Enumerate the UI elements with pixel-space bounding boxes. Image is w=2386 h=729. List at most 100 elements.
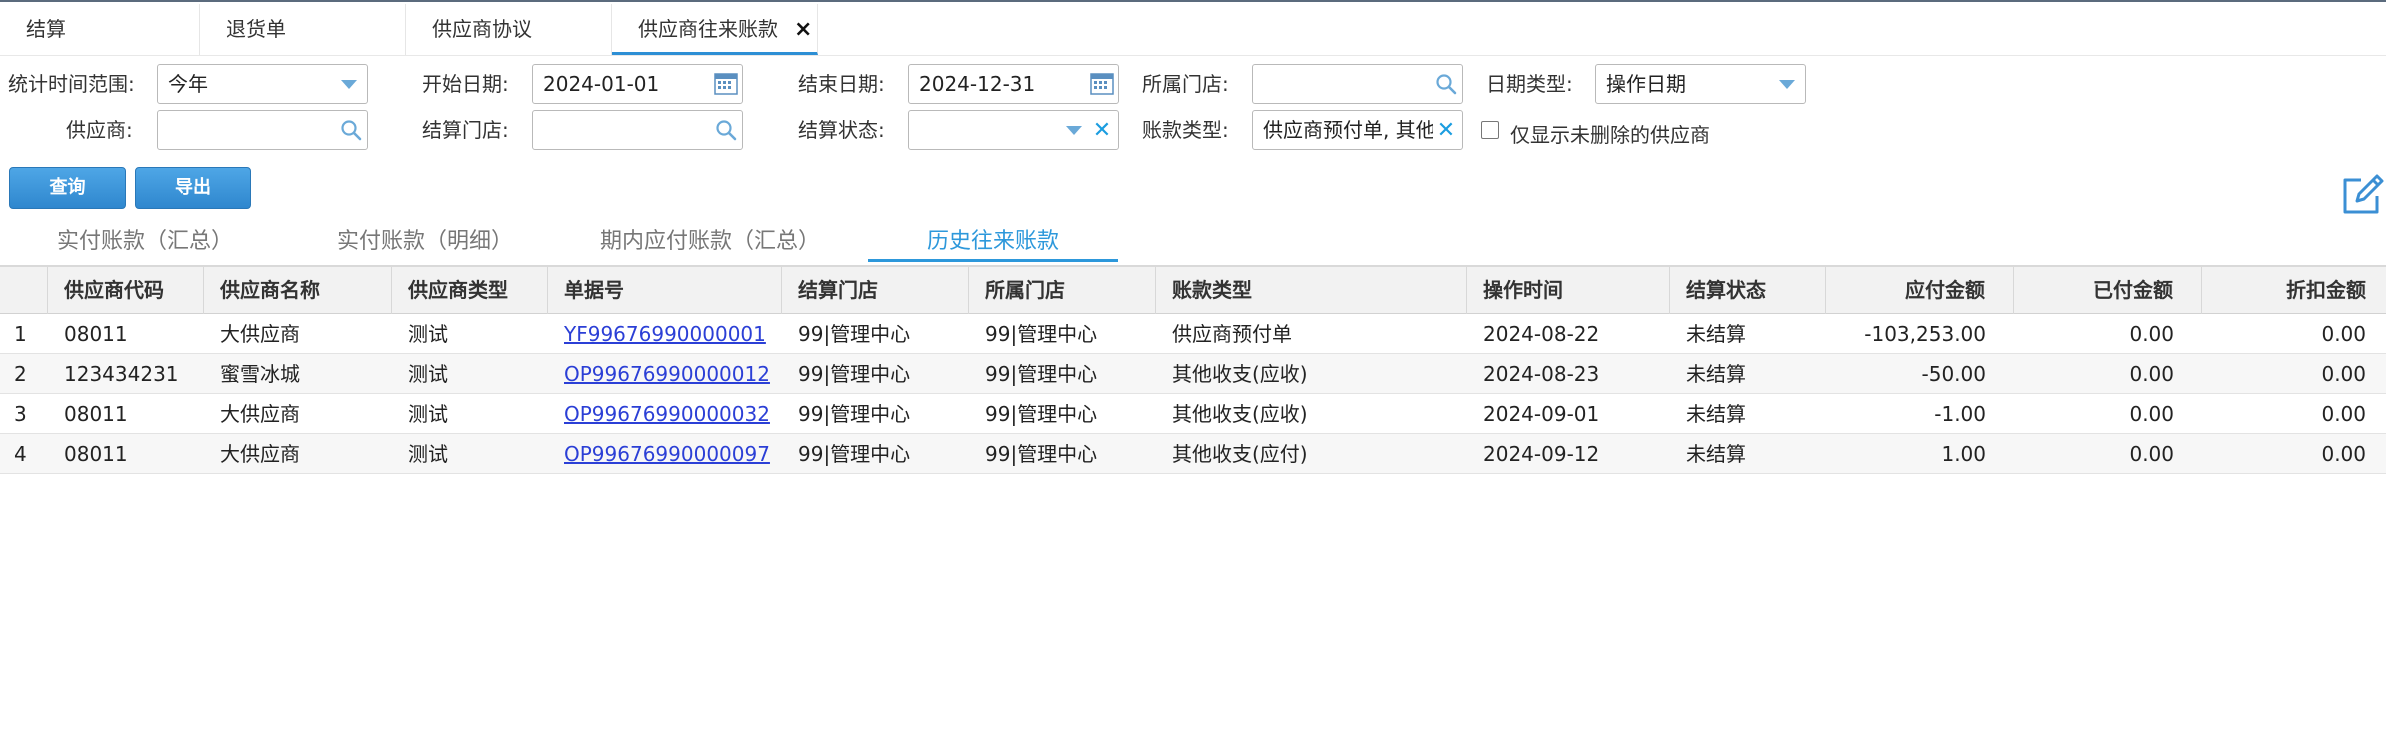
close-icon[interactable]: ×: [794, 4, 812, 55]
clear-icon[interactable]: ✕: [1432, 111, 1460, 149]
subtab-period-payable-summary[interactable]: 期内应付账款（汇总）: [590, 222, 830, 262]
column-header-op-time[interactable]: 操作时间: [1467, 267, 1670, 314]
cell-supplier-name: 大供应商: [220, 402, 300, 426]
cell-settle-store: 99|管理中心: [798, 442, 911, 466]
start-date-label: 开始日期:: [422, 72, 509, 96]
chevron-down-icon[interactable]: [335, 65, 363, 103]
cell-op-time: 2024-09-01: [1483, 402, 1600, 426]
chevron-down-icon[interactable]: [1773, 65, 1801, 103]
settle-store-label: 结算门店:: [422, 118, 509, 142]
cell-row-index: 3: [14, 402, 27, 426]
column-header-store[interactable]: 所属门店: [969, 267, 1156, 314]
calendar-icon[interactable]: [712, 65, 740, 103]
cell-paid-amount: 0.00: [2129, 362, 2174, 386]
tab-return-order[interactable]: 退货单: [200, 4, 406, 55]
cell-op-time: 2024-08-23: [1483, 362, 1600, 386]
subtab-actual-detail[interactable]: 实付账款（明细）: [320, 222, 530, 262]
doc-no-link[interactable]: OP99676990000097: [564, 442, 770, 466]
tab-supplier-accounts[interactable]: 供应商往来账款 ×: [612, 4, 818, 55]
edit-icon[interactable]: [2339, 172, 2385, 218]
cell-discount-amount: 0.00: [2321, 322, 2366, 346]
doc-no-link[interactable]: YF99676990000001: [564, 322, 766, 346]
cell-store: 99|管理中心: [985, 402, 1098, 426]
only-undeleted-label: 仅显示未删除的供应商: [1510, 123, 1710, 147]
table-row[interactable]: 4 08011 大供应商 测试 OP99676990000097 99|管理中心 99|管理…: [0, 434, 2386, 474]
top-tab-bar: 结算 退货单 供应商协议 供应商往来账款 ×: [0, 0, 2386, 55]
column-header-discount[interactable]: 折扣金额: [2202, 267, 2386, 314]
column-header-settle-status[interactable]: 结算状态: [1670, 267, 1826, 314]
cell-discount-amount: 0.00: [2321, 402, 2366, 426]
cell-account-type: 其他收支(应付): [1172, 442, 1308, 466]
date-type-select[interactable]: 操作日期: [1595, 64, 1806, 104]
cell-discount-amount: 0.00: [2321, 362, 2366, 386]
chevron-down-icon[interactable]: [1060, 111, 1088, 149]
table-row[interactable]: 1 08011 大供应商 测试 YF99676990000001 99|管理中心 99|管理…: [0, 314, 2386, 354]
cell-supplier-code: 08011: [64, 442, 128, 466]
cell-payable-amount: 1.00: [1941, 442, 1986, 466]
account-type-select[interactable]: 供应商预付单, 其他 ✕: [1252, 110, 1463, 150]
column-header-paid[interactable]: 已付金额: [2014, 267, 2202, 314]
cell-paid-amount: 0.00: [2129, 442, 2174, 466]
end-date-input[interactable]: 2024-12-31: [908, 64, 1119, 104]
account-type-label: 账款类型:: [1142, 118, 1229, 142]
start-date-input[interactable]: 2024-01-01: [532, 64, 743, 104]
column-header-doc-no[interactable]: 单据号: [548, 267, 782, 314]
calendar-icon[interactable]: [1088, 65, 1116, 103]
cell-op-time: 2024-09-12: [1483, 442, 1600, 466]
cell-supplier-name: 大供应商: [220, 322, 300, 346]
tab-settlement[interactable]: 结算: [0, 4, 200, 55]
column-header-settle-store[interactable]: 结算门店: [782, 267, 969, 314]
cell-store: 99|管理中心: [985, 322, 1098, 346]
tab-supplier-agreement[interactable]: 供应商协议: [406, 4, 612, 55]
cell-account-type: 供应商预付单: [1172, 322, 1292, 346]
settle-store-input[interactable]: [532, 110, 743, 150]
cell-account-type: 其他收支(应收): [1172, 402, 1308, 426]
search-icon[interactable]: [337, 111, 365, 149]
table-row[interactable]: 2 123434231 蜜雪冰城 测试 OP99676990000012 99|管理中心 9…: [0, 354, 2386, 394]
subtab-actual-summary[interactable]: 实付账款（汇总）: [40, 222, 250, 262]
cell-settle-store: 99|管理中心: [798, 402, 911, 426]
cell-supplier-type: 测试: [408, 362, 448, 386]
cell-settle-status: 未结算: [1686, 362, 1746, 386]
column-header-supplier-code[interactable]: 供应商代码: [48, 267, 204, 314]
search-icon[interactable]: [712, 111, 740, 149]
subtab-history-accounts[interactable]: 历史往来账款: [868, 222, 1118, 262]
cell-supplier-type: 测试: [408, 442, 448, 466]
cell-op-time: 2024-08-22: [1483, 322, 1600, 346]
column-header-account-type[interactable]: 账款类型: [1156, 267, 1467, 314]
cell-row-index: 1: [14, 322, 27, 346]
column-header-supplier-type[interactable]: 供应商类型: [392, 267, 548, 314]
cell-supplier-code: 08011: [64, 322, 128, 346]
doc-no-link[interactable]: OP99676990000012: [564, 362, 770, 386]
column-header-payable[interactable]: 应付金额: [1826, 267, 2014, 314]
supplier-input[interactable]: [157, 110, 368, 150]
cell-payable-amount: -50.00: [1921, 362, 1986, 386]
tabs-divider: [0, 55, 2386, 56]
table-header: 供应商代码 供应商名称 供应商类型 单据号 结算门店 所属门店 账款类型 操作时…: [0, 267, 2386, 314]
cell-account-type: 其他收支(应收): [1172, 362, 1308, 386]
query-button[interactable]: 查询: [9, 167, 126, 209]
cell-discount-amount: 0.00: [2321, 442, 2366, 466]
date-type-label: 日期类型:: [1486, 72, 1573, 96]
supplier-label: 供应商:: [66, 118, 133, 142]
table-row[interactable]: 3 08011 大供应商 测试 OP99676990000032 99|管理中心 99|管理…: [0, 394, 2386, 434]
export-button[interactable]: 导出: [135, 167, 251, 209]
only-undeleted-checkbox[interactable]: [1481, 121, 1499, 139]
cell-store: 99|管理中心: [985, 442, 1098, 466]
store-label: 所属门店:: [1142, 72, 1229, 96]
cell-supplier-name: 大供应商: [220, 442, 300, 466]
search-icon[interactable]: [1432, 65, 1460, 103]
range-select[interactable]: 今年: [157, 64, 368, 104]
settle-status-select[interactable]: ✕: [908, 110, 1119, 150]
cell-row-index: 4: [14, 442, 27, 466]
end-date-label: 结束日期:: [798, 72, 885, 96]
store-input[interactable]: [1252, 64, 1463, 104]
cell-store: 99|管理中心: [985, 362, 1098, 386]
cell-settle-store: 99|管理中心: [798, 362, 911, 386]
cell-payable-amount: -103,253.00: [1864, 322, 1986, 346]
clear-icon[interactable]: ✕: [1088, 111, 1116, 149]
doc-no-link[interactable]: OP99676990000032: [564, 402, 770, 426]
column-header-supplier-name[interactable]: 供应商名称: [204, 267, 392, 314]
cell-settle-status: 未结算: [1686, 402, 1746, 426]
cell-doc-no-link: YF99676990000001: [548, 314, 782, 354]
